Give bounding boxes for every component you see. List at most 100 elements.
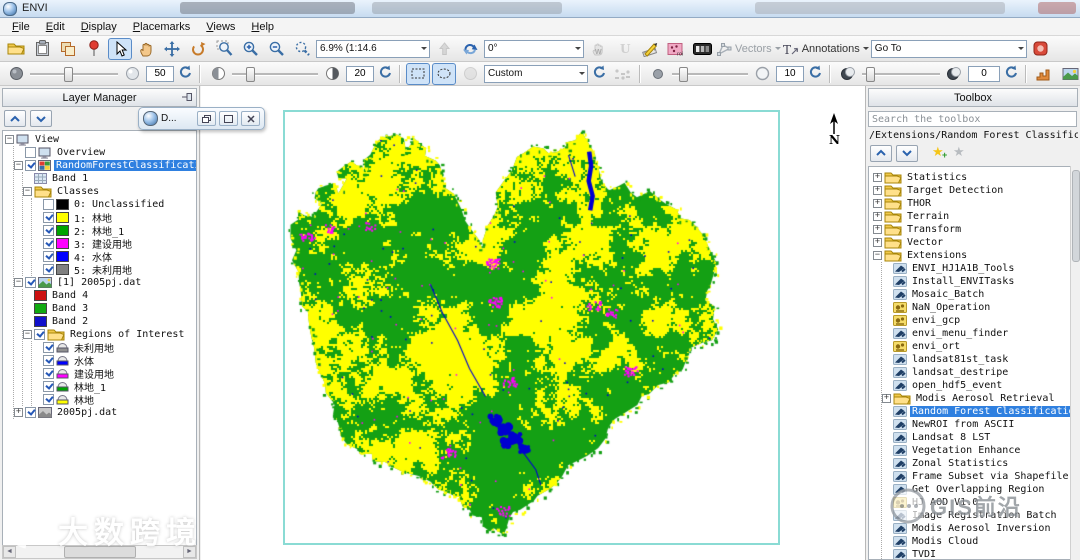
zoom-level-combo[interactable]: 6.9% (1:14.6 bbox=[316, 39, 430, 58]
sharpen-reset-button[interactable] bbox=[806, 65, 824, 82]
visibility-checkbox[interactable] bbox=[43, 394, 54, 405]
chip-view-icon[interactable] bbox=[56, 38, 80, 60]
tree-item[interactable]: + Transform bbox=[873, 223, 1077, 236]
close-window-icon[interactable] bbox=[241, 111, 260, 126]
visibility-checkbox[interactable] bbox=[43, 368, 54, 379]
tree-item-label[interactable]: Random Forest Classification bbox=[910, 406, 1077, 417]
tree-item-label[interactable]: Frame Subset via Shapefile bbox=[910, 471, 1071, 482]
rotation-combo[interactable]: 0° bbox=[484, 39, 584, 58]
tree-item[interactable]: envi_menu_finder bbox=[882, 327, 1077, 340]
contrast-reset-button[interactable] bbox=[376, 65, 394, 82]
pan-up-icon[interactable] bbox=[432, 38, 456, 60]
visibility-checkbox[interactable] bbox=[43, 381, 54, 392]
tree-expander-icon[interactable]: + bbox=[873, 199, 882, 208]
tree-item-label[interactable]: 5: 未利用地 bbox=[72, 262, 134, 277]
transparency-high-icon[interactable] bbox=[942, 63, 966, 85]
menu-item-edit[interactable]: Edit bbox=[38, 19, 73, 35]
tree-expander-icon[interactable]: − bbox=[873, 251, 882, 260]
sharpen-low-icon[interactable] bbox=[646, 63, 670, 85]
visibility-checkbox[interactable] bbox=[43, 238, 54, 249]
tree-item-label[interactable]: Mosaic_Batch bbox=[910, 289, 986, 300]
tree-item[interactable]: Get Overlapping Region bbox=[882, 483, 1077, 496]
zoom-rect-icon[interactable] bbox=[212, 38, 236, 60]
fly-move-icon[interactable] bbox=[160, 38, 184, 60]
tree-item[interactable]: Overview bbox=[14, 146, 196, 159]
tree-item[interactable]: Random Forest Classification bbox=[882, 405, 1077, 418]
visibility-checkbox[interactable] bbox=[34, 329, 45, 340]
tree-item-label[interactable]: Band 4 bbox=[50, 290, 90, 301]
toolbox-header[interactable]: Toolbox bbox=[868, 88, 1078, 107]
tree-item-label[interactable]: Band 2 bbox=[50, 316, 90, 327]
tree-item-label[interactable]: Transform bbox=[905, 224, 963, 235]
contrast-value[interactable] bbox=[346, 65, 374, 82]
tree-item-label[interactable]: TVDI bbox=[910, 549, 938, 559]
toolbox-vscrollbar[interactable] bbox=[1070, 166, 1080, 560]
tree-item-label[interactable]: Classes bbox=[55, 186, 101, 197]
tree-item-label[interactable]: Zonal Statistics bbox=[910, 458, 1010, 469]
stretch-type-combo[interactable]: Custom bbox=[484, 64, 588, 83]
tree-expander-icon[interactable]: + bbox=[873, 212, 882, 221]
visibility-checkbox[interactable] bbox=[25, 407, 36, 418]
tree-item-label[interactable]: Modis Aerosol Retrieval bbox=[914, 393, 1056, 404]
tree-item[interactable]: Zonal Statistics bbox=[882, 457, 1077, 470]
visibility-checkbox[interactable] bbox=[25, 160, 36, 171]
tree-item-label[interactable]: Terrain bbox=[905, 211, 951, 222]
tree-item-label[interactable]: RandomForestClassification bbox=[54, 160, 196, 171]
tree-item[interactable]: Band 4 bbox=[23, 289, 196, 302]
tree-item[interactable]: landsat_destripe bbox=[882, 366, 1077, 379]
tree-expander-icon[interactable]: + bbox=[873, 186, 882, 195]
brightness-slider[interactable] bbox=[30, 65, 118, 83]
tree-item-label[interactable]: [1] 2005pj.dat bbox=[55, 277, 143, 288]
expand-all-button[interactable] bbox=[896, 144, 918, 162]
tree-item-label[interactable]: 林地 bbox=[72, 392, 96, 407]
visibility-checkbox[interactable] bbox=[43, 342, 54, 353]
restore-window-icon[interactable] bbox=[197, 111, 216, 126]
tree-item-label[interactable]: envi_ort bbox=[910, 341, 962, 352]
tree-item[interactable]: 5: 未利用地 bbox=[32, 262, 196, 277]
tree-item-label[interactable]: envi_gcp bbox=[910, 315, 962, 326]
transparency-slider[interactable] bbox=[862, 65, 940, 83]
orbit-icon[interactable] bbox=[186, 38, 210, 60]
goto-combo[interactable]: Go To bbox=[870, 39, 1027, 58]
tree-item-label[interactable]: Extensions bbox=[905, 250, 969, 261]
zoom-out-icon[interactable] bbox=[264, 38, 288, 60]
tree-item-label[interactable]: Get Overlapping Region bbox=[910, 484, 1046, 495]
menu-item-file[interactable]: File bbox=[4, 19, 38, 35]
visibility-checkbox[interactable] bbox=[43, 199, 54, 210]
slider-thumb[interactable] bbox=[866, 66, 876, 82]
stretch-equalize-icon[interactable] bbox=[610, 63, 634, 85]
go-button-icon[interactable] bbox=[1029, 38, 1053, 60]
tree-item-label[interactable]: landsat_destripe bbox=[910, 367, 1010, 378]
menu-item-placemarks[interactable]: Placemarks bbox=[125, 19, 198, 35]
tree-expander-icon[interactable]: + bbox=[873, 225, 882, 234]
rotate-view-icon[interactable] bbox=[458, 38, 482, 60]
tree-item[interactable]: 林地_1 bbox=[32, 380, 196, 394]
transparency-value[interactable] bbox=[968, 65, 1000, 82]
visibility-checkbox[interactable] bbox=[43, 264, 54, 275]
tree-item-label[interactable]: Statistics bbox=[905, 172, 969, 183]
tree-item[interactable]: Band 3 bbox=[23, 302, 196, 315]
sharpen-slider[interactable] bbox=[672, 65, 748, 83]
tree-item-label[interactable]: 2005pj.dat bbox=[55, 407, 119, 418]
slider-thumb[interactable] bbox=[64, 66, 74, 82]
sharpen-high-icon[interactable] bbox=[750, 63, 774, 85]
color-slice-icon[interactable] bbox=[690, 38, 714, 60]
tree-item-label[interactable]: ENVI_HJ1A1B_Tools bbox=[910, 263, 1016, 274]
roi-tool-icon[interactable]: roi bbox=[664, 38, 688, 60]
data-manager-icon[interactable] bbox=[30, 38, 54, 60]
stretch-rect-button[interactable] bbox=[406, 62, 430, 85]
tree-item[interactable]: Modis Cloud bbox=[882, 535, 1077, 548]
tree-item-label[interactable]: envi_menu_finder bbox=[910, 328, 1010, 339]
contrast-slider[interactable] bbox=[232, 65, 318, 83]
tree-expander-icon[interactable]: − bbox=[14, 161, 23, 170]
histogram-icon[interactable] bbox=[1032, 63, 1056, 85]
tree-item-label[interactable]: NewROI from ASCII bbox=[910, 419, 1016, 430]
collapse-all-button[interactable] bbox=[870, 144, 892, 162]
visibility-checkbox[interactable] bbox=[43, 225, 54, 236]
tree-item-label[interactable]: Vegetation Enhance bbox=[910, 445, 1022, 456]
tree-item-label[interactable]: THOR bbox=[905, 198, 933, 209]
menu-item-views[interactable]: Views bbox=[198, 19, 243, 35]
tree-item[interactable]: open_hdf5_event bbox=[882, 379, 1077, 392]
placemark-icon[interactable] bbox=[82, 38, 106, 60]
scroll-left-arrow-icon[interactable]: ◄ bbox=[3, 546, 16, 558]
